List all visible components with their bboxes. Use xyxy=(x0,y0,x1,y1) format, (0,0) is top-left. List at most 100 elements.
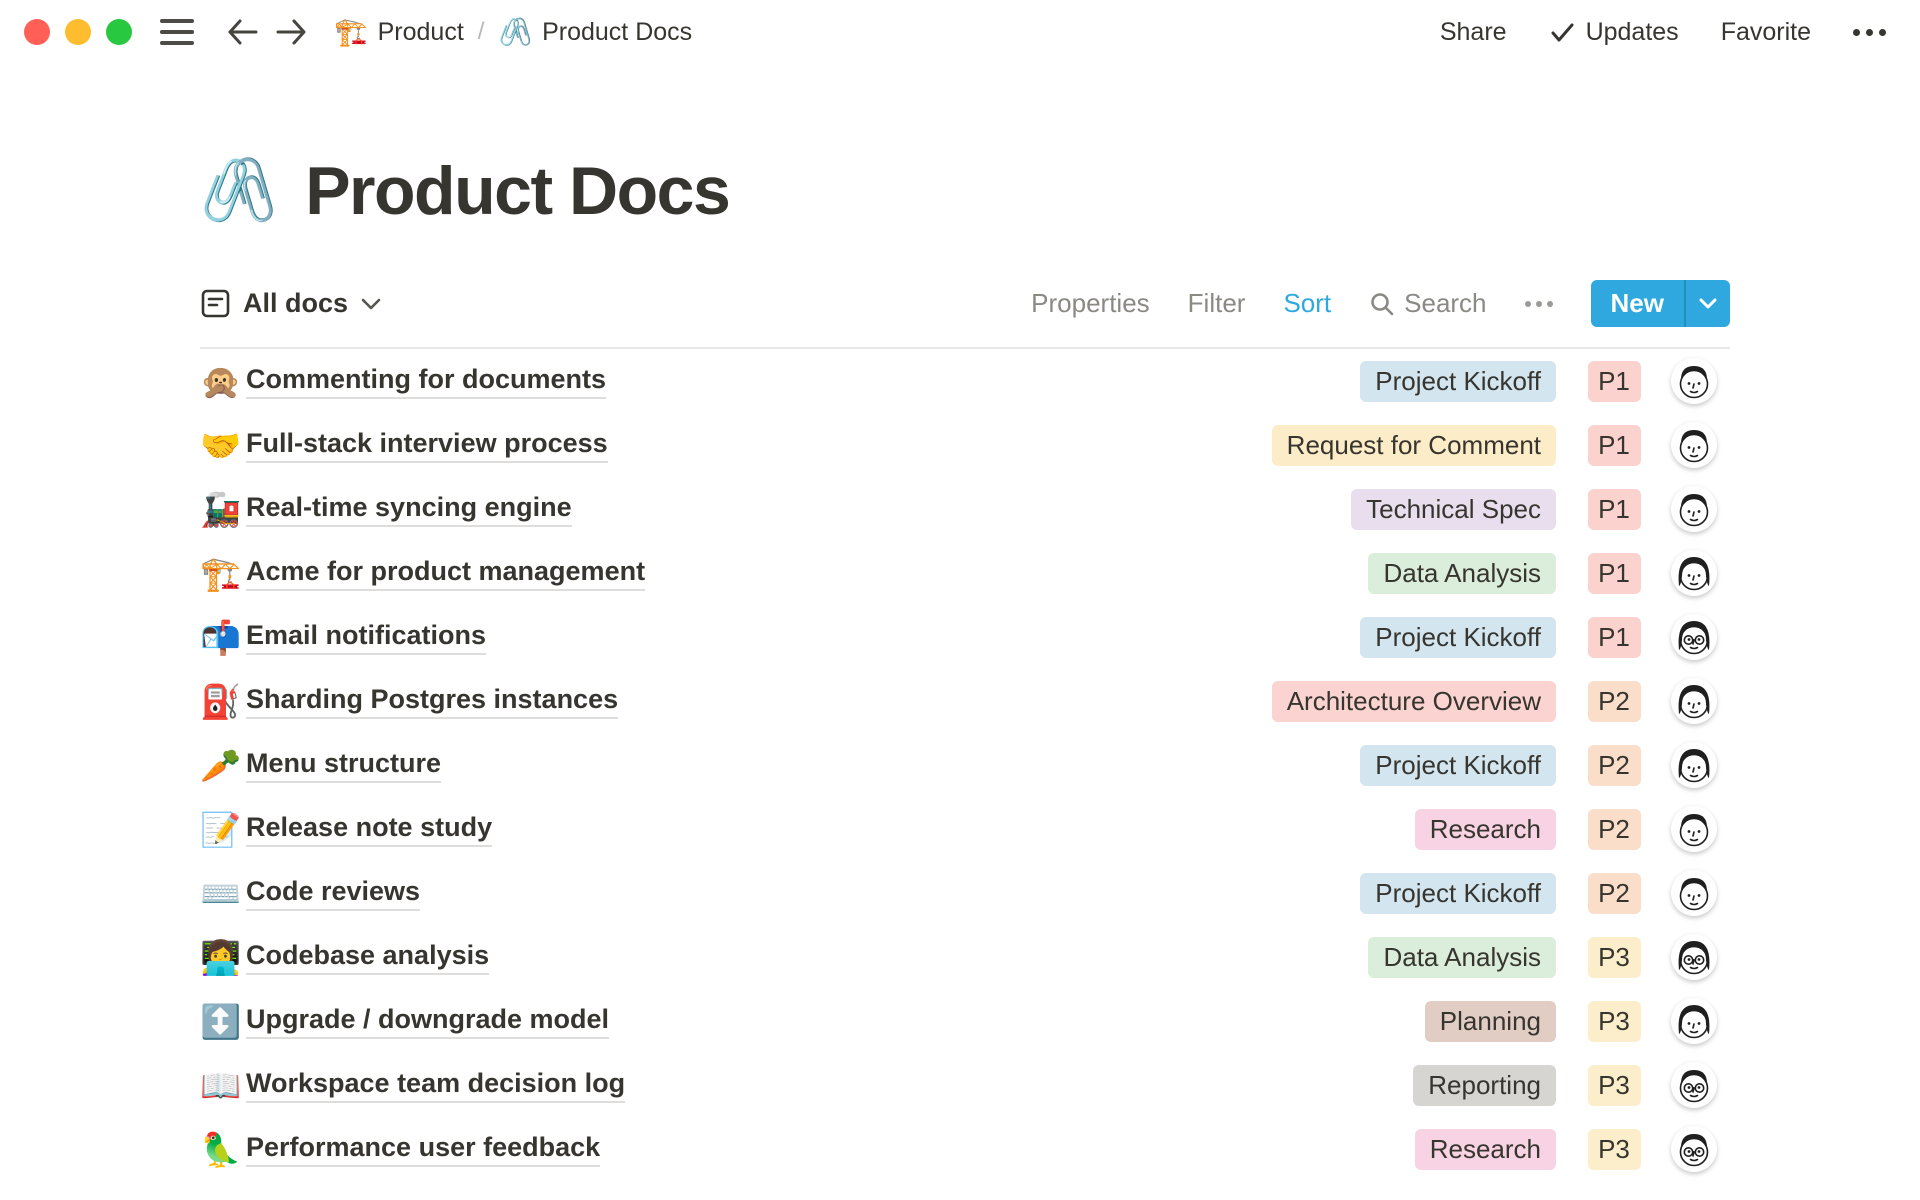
assignee-avatar[interactable] xyxy=(1671,358,1717,404)
doc-emoji-icon: 👩‍💻 xyxy=(200,941,246,974)
priority-badge[interactable]: P3 xyxy=(1588,937,1641,978)
assignee-avatar[interactable] xyxy=(1671,486,1717,532)
search-icon xyxy=(1369,291,1395,317)
new-dropdown-button[interactable] xyxy=(1686,280,1730,327)
table-row: ↕️ Upgrade / downgrade model Planning P3 xyxy=(200,989,1730,1053)
doc-type-tag[interactable]: Research xyxy=(1415,1129,1556,1170)
assignee-avatar[interactable] xyxy=(1671,934,1717,980)
doc-title-link[interactable]: Full-stack interview process xyxy=(246,428,608,463)
zoom-window-button[interactable] xyxy=(106,19,132,45)
priority-badge[interactable]: P1 xyxy=(1588,425,1641,466)
doc-title-link[interactable]: Sharding Postgres instances xyxy=(246,684,618,719)
updates-button[interactable]: Updates xyxy=(1549,18,1679,47)
traffic-lights xyxy=(24,19,132,45)
doc-emoji-icon: 🏗️ xyxy=(200,557,246,590)
forward-arrow-icon[interactable] xyxy=(272,15,310,49)
doc-type-tag[interactable]: Project Kickoff xyxy=(1360,745,1556,786)
assignee-avatar[interactable] xyxy=(1671,550,1717,596)
favorite-button[interactable]: Favorite xyxy=(1721,18,1811,47)
assignee-avatar[interactable] xyxy=(1671,678,1717,724)
assignee-avatar[interactable] xyxy=(1671,1062,1717,1108)
doc-type-tag[interactable]: Request for Comment xyxy=(1272,425,1556,466)
table-row: 🥕 Menu structure Project Kickoff P2 xyxy=(200,733,1730,797)
doc-emoji-icon: 🚂 xyxy=(200,493,246,526)
sidebar-menu-icon[interactable] xyxy=(160,19,194,45)
table-row: 🙊 Commenting for documents Project Kicko… xyxy=(200,349,1730,413)
view-selector[interactable]: All docs xyxy=(200,288,382,319)
doc-title-link[interactable]: Email notifications xyxy=(246,620,486,655)
priority-badge[interactable]: P1 xyxy=(1588,361,1641,402)
share-button[interactable]: Share xyxy=(1440,18,1507,47)
assignee-avatar[interactable] xyxy=(1671,742,1717,788)
doc-table: 🙊 Commenting for documents Project Kicko… xyxy=(200,349,1730,1181)
breadcrumb-item-product-docs[interactable]: 🖇️ Product Docs xyxy=(498,16,692,48)
doc-emoji-icon: 🙊 xyxy=(200,365,246,398)
doc-type-tag[interactable]: Project Kickoff xyxy=(1360,617,1556,658)
doc-title-link[interactable]: Codebase analysis xyxy=(246,940,489,975)
building-construction-icon: 🏗️ xyxy=(334,16,368,48)
search-button[interactable]: Search xyxy=(1369,288,1486,319)
table-row: ⛽ Sharding Postgres instances Architectu… xyxy=(200,669,1730,733)
filter-button[interactable]: Filter xyxy=(1188,288,1246,319)
doc-type-tag[interactable]: Reporting xyxy=(1413,1065,1556,1106)
assignee-avatar[interactable] xyxy=(1671,870,1717,916)
breadcrumb: 🏗️ Product / 🖇️ Product Docs xyxy=(334,16,692,48)
doc-emoji-icon: 📖 xyxy=(200,1069,246,1102)
doc-type-tag[interactable]: Data Analysis xyxy=(1368,937,1556,978)
search-label: Search xyxy=(1404,288,1486,319)
paperclips-icon[interactable]: 🖇️ xyxy=(200,160,277,222)
more-options-icon[interactable] xyxy=(1853,29,1886,36)
doc-type-tag[interactable]: Architecture Overview xyxy=(1272,681,1556,722)
back-arrow-icon[interactable] xyxy=(224,15,262,49)
doc-type-tag[interactable]: Data Analysis xyxy=(1368,553,1556,594)
doc-type-tag[interactable]: Research xyxy=(1415,809,1556,850)
doc-title-link[interactable]: Release note study xyxy=(246,812,492,847)
doc-type-tag[interactable]: Planning xyxy=(1425,1001,1556,1042)
priority-badge[interactable]: P2 xyxy=(1588,745,1641,786)
assignee-avatar[interactable] xyxy=(1671,998,1717,1044)
table-row: 🏗️ Acme for product management Data Anal… xyxy=(200,541,1730,605)
priority-badge[interactable]: P2 xyxy=(1588,809,1641,850)
doc-list-icon xyxy=(200,288,231,319)
doc-title-link[interactable]: Upgrade / downgrade model xyxy=(246,1004,609,1039)
priority-badge[interactable]: P1 xyxy=(1588,489,1641,530)
priority-badge[interactable]: P2 xyxy=(1588,681,1641,722)
assignee-avatar[interactable] xyxy=(1671,614,1717,660)
priority-badge[interactable]: P1 xyxy=(1588,553,1641,594)
chevron-down-icon xyxy=(1698,297,1718,310)
view-more-options-icon[interactable] xyxy=(1525,301,1553,307)
minimize-window-button[interactable] xyxy=(65,19,91,45)
doc-type-tag[interactable]: Technical Spec xyxy=(1351,489,1556,530)
doc-title-link[interactable]: Acme for product management xyxy=(246,556,645,591)
doc-title-link[interactable]: Commenting for documents xyxy=(246,364,606,399)
new-button-group: New xyxy=(1591,280,1730,327)
page-title: 🖇️ Product Docs xyxy=(200,152,1730,230)
doc-title-link[interactable]: Menu structure xyxy=(246,748,441,783)
properties-button[interactable]: Properties xyxy=(1031,288,1150,319)
assignee-avatar[interactable] xyxy=(1671,422,1717,468)
doc-emoji-icon: 📬 xyxy=(200,621,246,654)
priority-badge[interactable]: P3 xyxy=(1588,1001,1641,1042)
table-row: 🦜 Performance user feedback Research P3 xyxy=(200,1117,1730,1181)
doc-type-tag[interactable]: Project Kickoff xyxy=(1360,361,1556,402)
priority-badge[interactable]: P3 xyxy=(1588,1065,1641,1106)
check-icon xyxy=(1549,19,1576,46)
close-window-button[interactable] xyxy=(24,19,50,45)
doc-type-tag[interactable]: Project Kickoff xyxy=(1360,873,1556,914)
priority-badge[interactable]: P3 xyxy=(1588,1129,1641,1170)
table-row: 📖 Workspace team decision log Reporting … xyxy=(200,1053,1730,1117)
doc-title-link[interactable]: Real-time syncing engine xyxy=(246,492,572,527)
breadcrumb-item-product[interactable]: 🏗️ Product xyxy=(334,16,464,48)
table-row: 🤝 Full-stack interview process Request f… xyxy=(200,413,1730,477)
assignee-avatar[interactable] xyxy=(1671,1126,1717,1172)
assignee-avatar[interactable] xyxy=(1671,806,1717,852)
page-title-text: Product Docs xyxy=(305,152,729,230)
doc-emoji-icon: ⛽ xyxy=(200,685,246,718)
doc-title-link[interactable]: Code reviews xyxy=(246,876,420,911)
priority-badge[interactable]: P2 xyxy=(1588,873,1641,914)
doc-title-link[interactable]: Performance user feedback xyxy=(246,1132,600,1167)
new-button[interactable]: New xyxy=(1591,280,1684,327)
doc-title-link[interactable]: Workspace team decision log xyxy=(246,1068,625,1103)
priority-badge[interactable]: P1 xyxy=(1588,617,1641,658)
sort-button[interactable]: Sort xyxy=(1283,288,1331,319)
